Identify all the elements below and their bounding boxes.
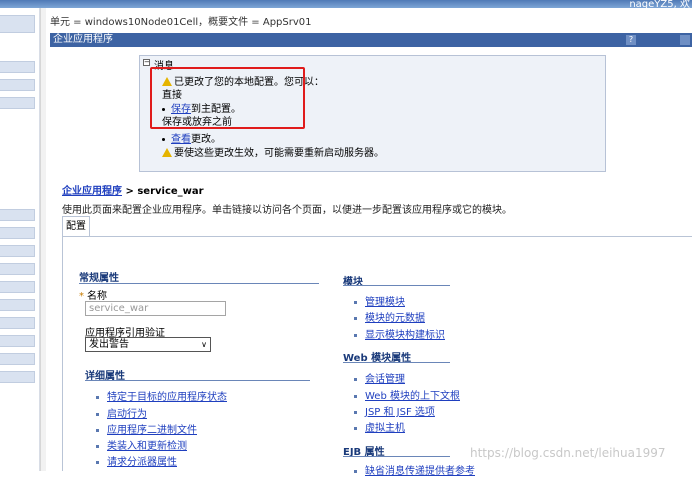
required-icon: * xyxy=(79,291,84,302)
help-icon[interactable]: ? xyxy=(626,35,636,45)
section-divider xyxy=(343,362,450,363)
user-greeting: nageYZ5, 欢 xyxy=(629,0,690,10)
sidebar-item[interactable] xyxy=(0,245,35,257)
list-item[interactable]: 类装入和更新检测 xyxy=(96,437,187,452)
app-ref-select[interactable]: 发出警告 ∨ xyxy=(85,337,211,352)
vertical-scrollbar[interactable] xyxy=(40,8,46,471)
collapse-icon[interactable]: − xyxy=(143,59,150,66)
list-item[interactable]: 缺省消息传递提供者参考 xyxy=(354,462,475,477)
sidebar-item[interactable] xyxy=(0,209,35,221)
section-divider xyxy=(85,380,310,381)
page-title: service_war xyxy=(137,186,204,197)
sidebar-item[interactable] xyxy=(0,371,35,383)
page-description: 使用此页面来配置企业应用程序。单击链接以访问各个页面，以便进一步配置该应用程序或… xyxy=(62,205,512,216)
list-item[interactable]: 虚拟主机 xyxy=(354,419,405,434)
section-divider xyxy=(79,283,319,284)
portlet-titlebar: 企业应用程序 ? xyxy=(50,33,692,47)
cell-breadcrumb: 单元 = windows10Node01Cell，概要文件 = AppSrv01 xyxy=(50,17,312,28)
sidebar-item[interactable] xyxy=(0,15,35,33)
message-line: 查看更改。 xyxy=(162,130,221,145)
section-divider xyxy=(343,456,450,457)
warning-icon xyxy=(162,148,172,157)
minimize-icon[interactable] xyxy=(680,35,690,45)
sidebar-item[interactable] xyxy=(0,353,35,365)
bullet-icon xyxy=(162,137,165,141)
breadcrumb-link[interactable]: 企业应用程序 xyxy=(62,186,122,197)
message-line: 要使这些更改生效，可能需要重新启动服务器。 xyxy=(162,144,384,159)
name-field[interactable] xyxy=(85,301,226,316)
list-item[interactable]: 显示模块构建标识 xyxy=(354,326,445,341)
list-item[interactable]: 请求分派器属性 xyxy=(96,453,177,468)
sidebar-item[interactable] xyxy=(0,335,35,347)
top-banner: nageYZ5, 欢 xyxy=(0,0,692,10)
list-item[interactable]: 启动行为 xyxy=(96,405,147,420)
list-item[interactable]: 模块的元数据 xyxy=(354,309,425,324)
watermark: https://blog.csdn.net/leihua1997 xyxy=(470,446,666,460)
list-item[interactable]: Web 模块的上下文根 xyxy=(354,387,460,402)
general-properties-heading: 常规属性 xyxy=(79,273,119,284)
sidebar-item[interactable] xyxy=(0,61,35,73)
sidebar-item[interactable] xyxy=(0,299,35,311)
highlight-annotation xyxy=(150,67,305,129)
list-item[interactable]: 应用程序二进制文件 xyxy=(96,421,197,436)
list-item[interactable]: 会话管理 xyxy=(354,370,405,385)
list-item[interactable]: JSP 和 JSF 选项 xyxy=(354,403,435,418)
sidebar-item[interactable] xyxy=(0,263,35,275)
chevron-down-icon: ∨ xyxy=(201,340,207,349)
portlet-title: 企业应用程序 xyxy=(53,34,113,45)
tab-configuration[interactable]: 配置 xyxy=(62,216,90,236)
sidebar-item[interactable] xyxy=(0,97,35,109)
section-divider xyxy=(343,285,450,286)
sidebar-item[interactable] xyxy=(0,281,35,293)
sidebar-item[interactable] xyxy=(0,227,35,239)
sidebar-item[interactable] xyxy=(0,79,35,91)
page-heading: 企业应用程序 > service_war xyxy=(62,186,204,197)
sidebar-item[interactable] xyxy=(0,317,35,329)
list-item[interactable]: 特定于目标的应用程序状态 xyxy=(96,388,227,403)
list-item[interactable]: 管理模块 xyxy=(354,293,405,308)
navigation-sidebar xyxy=(0,8,40,471)
name-label: * 名称 xyxy=(79,291,107,302)
